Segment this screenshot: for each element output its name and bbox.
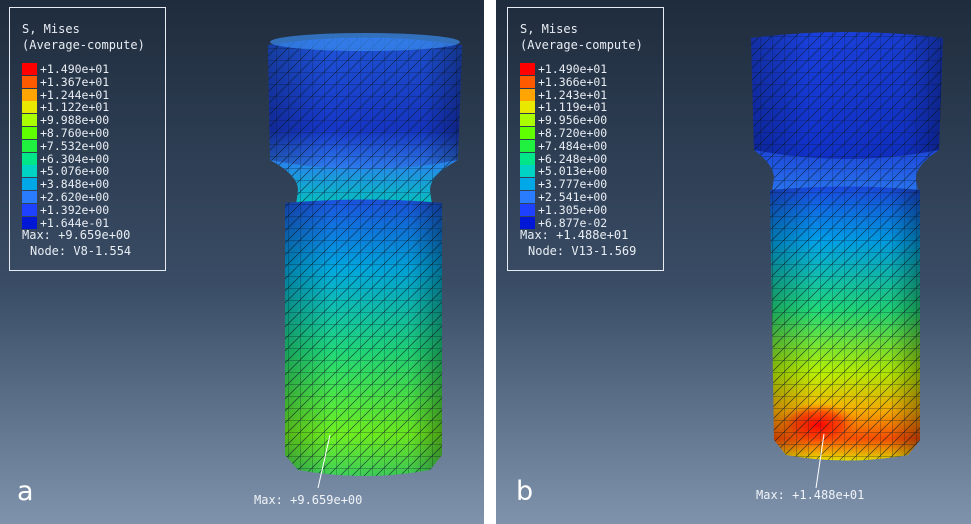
legend-entry: +1.305e+00 <box>520 203 660 217</box>
legend-entry: +9.956e+00 <box>520 113 660 127</box>
legend-swatch <box>520 191 535 203</box>
legend-swatch <box>520 152 535 165</box>
legend-entry: +6.248e+00 <box>520 152 660 166</box>
legend-entry: +2.620e+00 <box>22 190 162 204</box>
panel-letter: b <box>516 476 534 507</box>
legend-entry: +5.076e+00 <box>22 164 162 178</box>
legend-node: Node: V8-1.554 <box>30 244 132 258</box>
legend-entry: +6.304e+00 <box>22 152 162 166</box>
legend-entry: +1.122e+01 <box>22 100 162 114</box>
legend-swatch <box>22 75 37 88</box>
legend-entry: +8.720e+00 <box>520 126 660 140</box>
max-annotation: Max: +1.488e+01 <box>756 488 865 502</box>
legend-swatch <box>520 88 535 101</box>
legend-entry: +7.532e+00 <box>22 139 162 153</box>
legend-entry: +2.541e+00 <box>520 190 660 204</box>
legend-swatch <box>22 165 37 178</box>
legend-swatch <box>22 139 37 152</box>
legend-entry: +1.367e+01 <box>22 75 162 89</box>
legend-entry: +1.392e+00 <box>22 203 162 217</box>
legend-max: Max: +1.488e+01 <box>520 228 629 242</box>
legend-swatch <box>22 152 37 165</box>
legend-entry: +1.243e+01 <box>520 88 660 102</box>
legend-swatch <box>520 178 535 191</box>
legend-swatch <box>520 63 535 75</box>
legend-max: Max: +9.659e+00 <box>22 228 131 242</box>
legend-swatch <box>22 127 37 139</box>
legend-entry: +3.848e+00 <box>22 177 162 191</box>
panel-b: S, Mises (Average-compute) +1.490e+01 +1.… <box>496 0 971 524</box>
legend-subtitle: (Average-compute) <box>520 38 643 52</box>
legend-entry: +1.244e+01 <box>22 88 162 102</box>
panel-a: S, Mises (Average-compute) +1.490e+01 +1.… <box>0 0 484 524</box>
legend-swatch <box>22 216 37 229</box>
legend: S, Mises (Average-compute) +1.490e+01 +1.… <box>9 7 166 271</box>
legend-swatch <box>22 203 37 216</box>
legend-swatch <box>520 114 535 127</box>
legend-entry: +1.366e+01 <box>520 75 660 89</box>
legend-swatch <box>520 101 535 114</box>
max-annotation: Max: +9.659e+00 <box>254 493 363 507</box>
legend: S, Mises (Average-compute) +1.490e+01 +1.… <box>507 7 664 271</box>
legend-entry: +1.119e+01 <box>520 100 660 114</box>
legend-swatch <box>22 63 37 75</box>
legend-swatch <box>520 139 535 152</box>
legend-subtitle: (Average-compute) <box>22 38 145 52</box>
legend-swatch <box>22 191 37 203</box>
legend-entry: +1.490e+01 <box>520 62 660 76</box>
panel-letter: a <box>17 476 34 507</box>
legend-entry: +5.013e+00 <box>520 164 660 178</box>
legend-title: S, Mises <box>22 22 80 36</box>
legend-swatch <box>22 178 37 191</box>
legend-swatch <box>22 88 37 101</box>
legend-node: Node: V13-1.569 <box>528 244 637 258</box>
legend-entry: +1.490e+01 <box>22 62 162 76</box>
legend-entry: +7.484e+00 <box>520 139 660 153</box>
legend-swatch <box>22 101 37 114</box>
legend-entry: +6.877e-02 <box>520 216 660 230</box>
legend-entry: +1.644e-01 <box>22 216 162 230</box>
legend-entry: +3.777e+00 <box>520 177 660 191</box>
legend-swatch <box>520 165 535 178</box>
legend-swatch <box>520 127 535 139</box>
legend-swatch <box>22 114 37 127</box>
legend-swatch <box>520 75 535 88</box>
legend-swatch <box>520 216 535 229</box>
legend-entry: +8.760e+00 <box>22 126 162 140</box>
legend-swatch <box>520 203 535 216</box>
legend-title: S, Mises <box>520 22 578 36</box>
legend-entry: +9.988e+00 <box>22 113 162 127</box>
